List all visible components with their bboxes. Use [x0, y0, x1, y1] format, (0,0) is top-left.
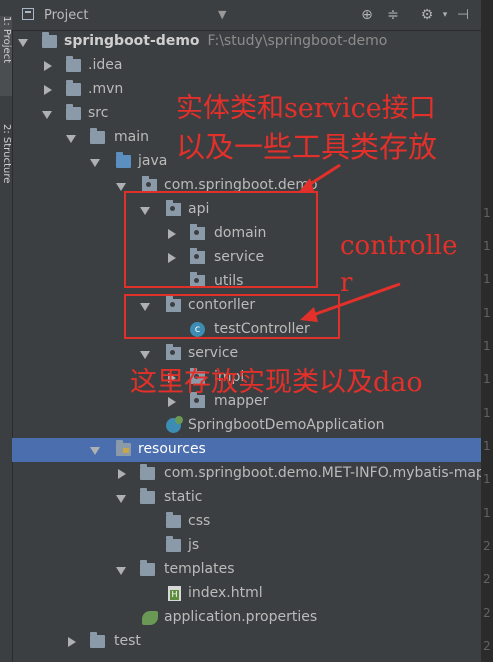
- expand-arrow-icon[interactable]: [116, 183, 126, 191]
- tree-item-label: com.springboot.demo.MET-INFO.mybatis-map…: [164, 465, 481, 481]
- view-dropdown-icon[interactable]: ▼: [218, 8, 226, 21]
- line-number: 1: [483, 306, 491, 320]
- tree-row-index-html[interactable]: index.html: [12, 582, 481, 606]
- line-number: 1: [483, 339, 491, 353]
- source-folder-icon: [116, 152, 131, 168]
- expand-arrow-icon[interactable]: [66, 135, 76, 143]
- tree-row-js[interactable]: js: [12, 534, 481, 558]
- hide-panel-icon[interactable]: ⊣: [454, 6, 472, 24]
- expand-arrow-icon[interactable]: [44, 85, 52, 95]
- line-number: 1: [483, 472, 491, 486]
- tree-row-idea[interactable]: .idea: [12, 54, 481, 78]
- tree-row-application-class[interactable]: SpringbootDemoApplication: [12, 414, 481, 438]
- expand-arrow-icon[interactable]: [140, 351, 150, 359]
- tree-item-label: java: [138, 153, 168, 169]
- annotation-box-api: [124, 191, 318, 288]
- tree-row-templates[interactable]: templates: [12, 558, 481, 582]
- annotation-text-entities: 实体类和service接口: [176, 93, 436, 124]
- tree-row-mybatis-mapping[interactable]: com.springboot.demo.MET-INFO.mybatis-map…: [12, 462, 481, 486]
- folder-icon: [166, 512, 181, 528]
- line-number: 1: [483, 206, 491, 220]
- expand-arrow-icon[interactable]: [18, 39, 28, 47]
- tree-row-test[interactable]: test: [12, 630, 481, 654]
- folder-icon: [140, 488, 155, 504]
- tree-item-label: main: [114, 129, 149, 145]
- expand-arrow-icon[interactable]: [118, 469, 126, 479]
- tree-item-label: resources: [138, 441, 206, 457]
- html-file-icon: [168, 586, 181, 601]
- tree-item-label: index.html: [188, 585, 263, 601]
- project-icon: [22, 8, 34, 20]
- line-number: 1: [483, 439, 491, 453]
- folder-icon: [66, 56, 81, 72]
- project-panel-header: Project ▼ ⊕ ≑ ⚙ ▾ ⊣: [12, 0, 481, 31]
- expand-arrow-icon[interactable]: [90, 447, 100, 455]
- tree-row-project-root[interactable]: springboot-demo F:\study\springboot-demo: [12, 30, 481, 54]
- line-number: 1: [483, 406, 491, 420]
- project-path: F:\study\springboot-demo: [207, 33, 388, 49]
- line-number: 2: [483, 572, 491, 586]
- annotation-text-impl: 这里存放实现类以及dao: [130, 367, 423, 398]
- tree-item-label: src: [88, 105, 109, 121]
- tree-item-label: springboot-demo: [64, 33, 200, 49]
- tree-item-label: templates: [164, 561, 235, 577]
- expand-arrow-icon[interactable]: [116, 495, 126, 503]
- folder-icon: [166, 536, 181, 552]
- expand-arrow-icon[interactable]: [44, 61, 52, 71]
- gear-dropdown-icon[interactable]: ▾: [436, 6, 454, 24]
- tree-item-label: test: [114, 633, 141, 649]
- line-number: 2: [483, 606, 491, 620]
- tree-row-resources[interactable]: resources: [12, 438, 481, 462]
- tree-item-label: css: [188, 513, 211, 529]
- tree-row-application-properties[interactable]: application.properties: [12, 606, 481, 630]
- tree-item-label: .idea: [88, 57, 123, 73]
- line-number: 1: [483, 239, 491, 253]
- project-tool-tab[interactable]: 1: Project: [0, 16, 12, 96]
- spring-properties-icon: [142, 611, 158, 625]
- line-number: 1: [483, 272, 491, 286]
- line-number: 1: [483, 372, 491, 386]
- folder-icon: [90, 128, 105, 144]
- panel-title[interactable]: Project: [44, 8, 88, 23]
- folder-icon: [66, 80, 81, 96]
- expand-arrow-icon[interactable]: [90, 159, 100, 167]
- package-icon: [166, 344, 181, 360]
- tree-item-label: static: [164, 489, 203, 505]
- folder-icon: [140, 560, 155, 576]
- folder-icon: [66, 104, 81, 120]
- resources-folder-icon: [116, 440, 131, 456]
- tree-item-label: .mvn: [88, 81, 124, 97]
- expand-arrow-icon[interactable]: [42, 111, 52, 119]
- expand-arrow-icon[interactable]: [116, 567, 126, 575]
- annotation-box-controller: [124, 294, 340, 339]
- tree-item-label: application.properties: [164, 609, 318, 625]
- tree-item-label: SpringbootDemoApplication: [188, 417, 385, 433]
- expand-arrow-icon[interactable]: [68, 637, 76, 647]
- annotation-text-controller-r: r: [340, 268, 353, 298]
- gear-icon[interactable]: ⚙: [418, 6, 436, 24]
- annotation-text-utilities: 以及一些工具类存放: [176, 130, 438, 164]
- tree-row-static[interactable]: static: [12, 486, 481, 510]
- line-number: 2: [483, 539, 491, 553]
- tree-item-label: service: [188, 345, 239, 361]
- folder-icon: [140, 464, 155, 480]
- editor-gutter: 1 1 1 1 1 1 1 1 1 1 2 2 2 2: [481, 0, 493, 662]
- structure-tool-tab[interactable]: 2: Structure: [0, 124, 12, 194]
- line-number: 1: [483, 506, 491, 520]
- locate-icon[interactable]: ⊕: [358, 6, 376, 24]
- line-number: 2: [483, 639, 491, 653]
- collapse-all-icon[interactable]: ≑: [384, 6, 402, 24]
- tree-row-css[interactable]: css: [12, 510, 481, 534]
- tree-item-label: js: [188, 537, 200, 553]
- module-folder-icon: [42, 32, 57, 48]
- folder-icon: [90, 632, 105, 648]
- spring-boot-class-icon: [166, 416, 183, 433]
- annotation-text-controller: controlle: [340, 231, 458, 261]
